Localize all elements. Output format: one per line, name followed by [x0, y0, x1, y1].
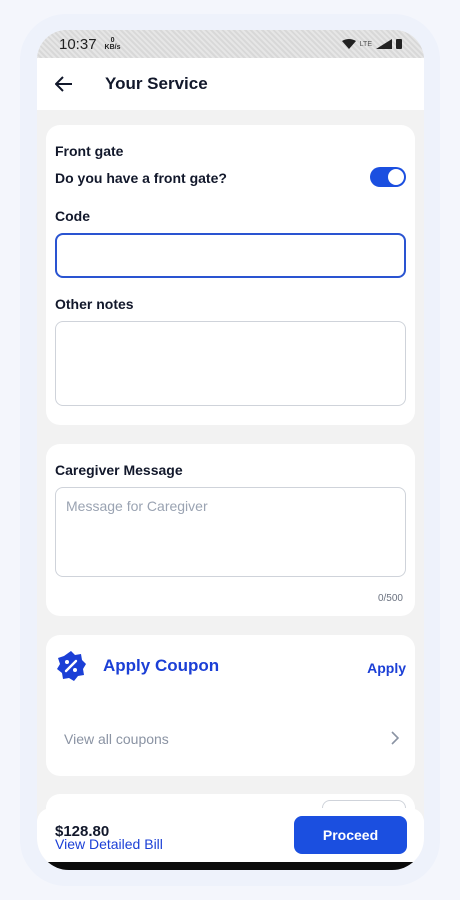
- network-speed: 0 KB/s: [105, 37, 121, 51]
- battery-icon: [396, 39, 402, 49]
- apply-coupon-title: Apply Coupon: [103, 656, 220, 675]
- view-all-coupons-link[interactable]: View all coupons: [64, 731, 169, 747]
- front-gate-toggle[interactable]: [370, 167, 406, 187]
- front-gate-question: Do you have a front gate?: [55, 170, 227, 186]
- network-speed-unit: KB/s: [104, 44, 121, 51]
- code-label: Code: [55, 208, 90, 224]
- signal-icon: [376, 39, 392, 49]
- app-bar: Your Service: [37, 58, 424, 110]
- chevron-right-icon[interactable]: [391, 731, 399, 745]
- back-arrow-icon[interactable]: [55, 76, 73, 92]
- view-detailed-bill-link[interactable]: View Detailed Bill: [55, 836, 163, 852]
- network-speed-value: 0: [110, 37, 115, 44]
- front-gate-heading: Front gate: [55, 143, 124, 159]
- caregiver-message-card: Caregiver Message 0/500: [46, 444, 415, 616]
- wifi-icon: [341, 39, 356, 49]
- status-time: 10:37: [59, 35, 97, 53]
- other-notes-input[interactable]: [55, 321, 406, 406]
- caregiver-message-input[interactable]: [55, 487, 406, 577]
- other-notes-label: Other notes: [55, 296, 134, 312]
- page-title: Your Service: [105, 74, 208, 93]
- caregiver-message-heading: Caregiver Message: [55, 462, 183, 478]
- coupon-card: Apply Coupon Apply View all coupons: [46, 635, 415, 776]
- front-gate-card: Front gate Do you have a front gate? Cod…: [46, 125, 415, 425]
- status-icons: LTE: [341, 39, 402, 49]
- bottom-bar: $128.80 View Detailed Bill Proceed: [37, 808, 424, 864]
- app-screen: 10:37 0 KB/s LTE Your Service Front gate…: [37, 30, 424, 870]
- character-counter: 0/500: [377, 593, 403, 604]
- network-type: LTE: [359, 40, 372, 48]
- toggle-knob: [388, 169, 404, 185]
- device-bottom-edge: [37, 862, 424, 870]
- status-bar: 10:37 0 KB/s LTE: [37, 30, 424, 58]
- proceed-button[interactable]: Proceed: [294, 816, 407, 854]
- code-input[interactable]: [55, 233, 406, 278]
- discount-badge-icon: [57, 651, 86, 681]
- apply-coupon-button[interactable]: Apply: [367, 660, 406, 676]
